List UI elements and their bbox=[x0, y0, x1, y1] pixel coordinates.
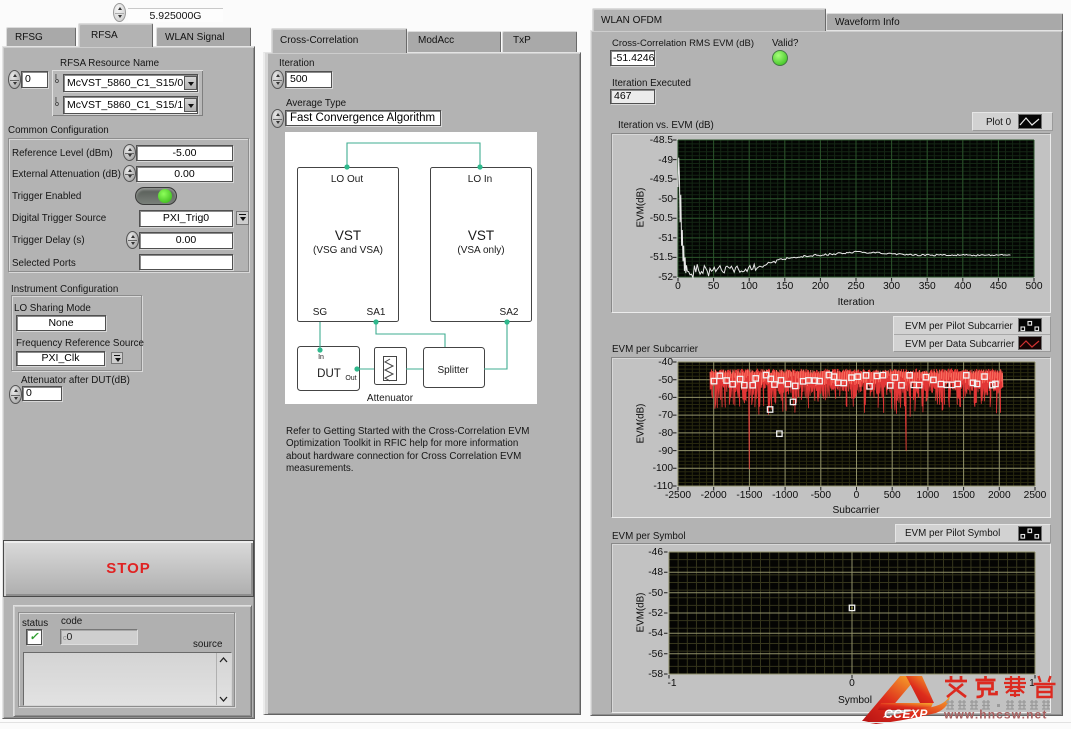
svg-text:LO Out: LO Out bbox=[331, 174, 363, 185]
svg-text:(VSG and VSA): (VSG and VSA) bbox=[313, 245, 383, 256]
svg-text:(VSA only): (VSA only) bbox=[457, 245, 504, 256]
svg-text:SG: SG bbox=[313, 307, 328, 318]
svg-text:SA2: SA2 bbox=[500, 307, 519, 318]
svg-text:LO In: LO In bbox=[468, 174, 492, 185]
svg-text:VST: VST bbox=[468, 228, 494, 243]
svg-text:Out: Out bbox=[345, 375, 356, 382]
svg-text:VST: VST bbox=[335, 228, 361, 243]
svg-text:CCEXP: CCEXP bbox=[884, 707, 928, 721]
svg-text:In: In bbox=[318, 354, 324, 361]
svg-text:SA1: SA1 bbox=[367, 307, 386, 318]
svg-text:Splitter: Splitter bbox=[437, 365, 469, 376]
svg-text:www.hncsw.net: www.hncsw.net bbox=[943, 708, 1047, 722]
svg-text:Attenuator: Attenuator bbox=[367, 393, 414, 404]
svg-text:DUT: DUT bbox=[317, 368, 341, 380]
